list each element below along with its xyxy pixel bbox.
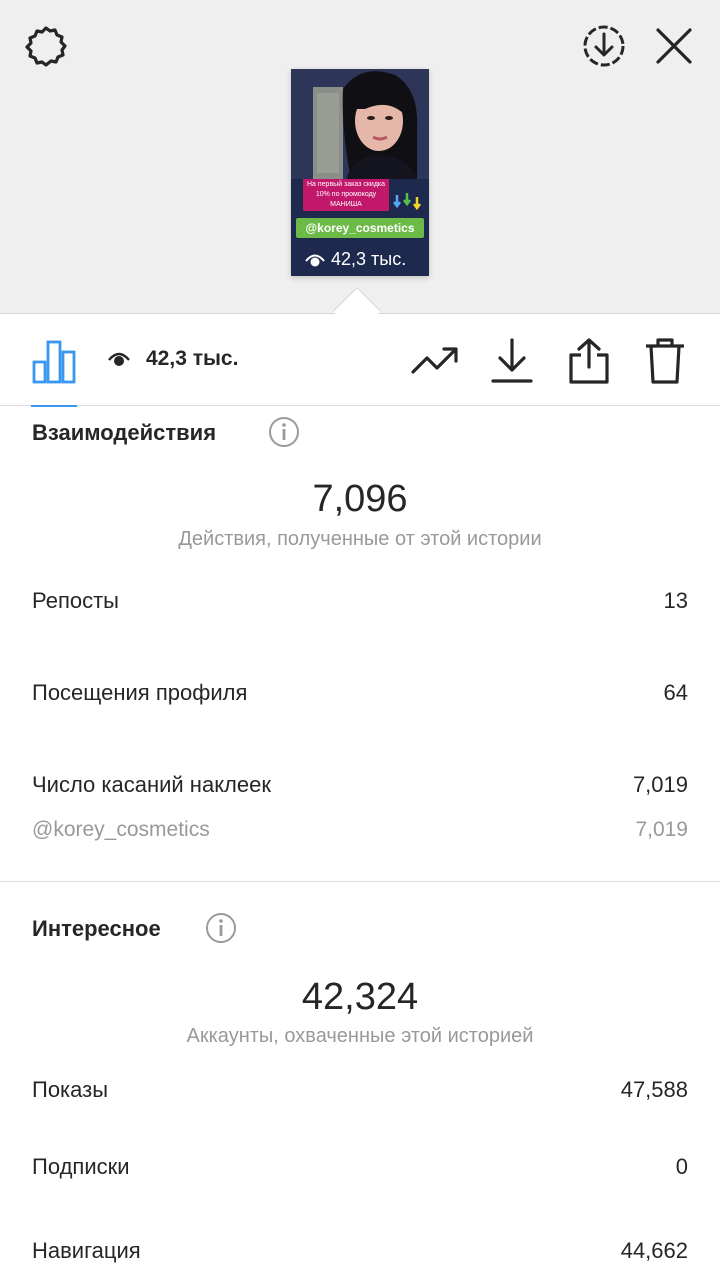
discovery-row-impressions: Показы 47,588 [32, 1077, 688, 1103]
active-tab-indicator [31, 405, 77, 407]
interactions-row-shares: Репосты 13 [32, 588, 688, 614]
info-icon [269, 417, 299, 447]
row-value: 64 [663, 680, 688, 705]
discovery-caption: Аккаунты, охваченные этой историей [186, 1025, 534, 1047]
arrows-sticker [393, 193, 421, 211]
info-icon [206, 913, 236, 943]
thumbnail-views: 42,3 тыс. [305, 249, 406, 270]
eye-icon [305, 254, 325, 266]
thumbnail-views-count: 42,3 тыс. [331, 249, 407, 269]
gear-icon [25, 26, 67, 67]
promo-sticker: На первый заказ скидка 10% по промокоду … [303, 179, 389, 211]
row-label: @korey_cosmetics [32, 818, 210, 841]
insights-tab[interactable] [29, 336, 79, 386]
row-value: 44,662 [620, 1238, 688, 1263]
row-label: Число касаний наклеек [32, 772, 271, 797]
row-label: Репосты [32, 588, 119, 613]
interactions-row-sticker-taps: Число касаний наклеек 7,019 [32, 772, 688, 798]
row-value: 7,019 [635, 818, 688, 841]
interactions-total: 7,096 [312, 478, 408, 520]
settings-button[interactable] [20, 22, 72, 74]
trend-icon [411, 347, 458, 374]
row-value: 0 [675, 1154, 688, 1179]
views-summary: 42,3 тыс. [108, 347, 238, 371]
download-circle-icon [583, 25, 625, 67]
save-story-button[interactable] [578, 20, 630, 72]
interactions-title: Взаимодействия [32, 420, 217, 445]
section-divider [0, 881, 720, 882]
close-button[interactable] [648, 20, 700, 72]
discovery-row-navigation: Навигация 44,662 [32, 1238, 688, 1264]
discovery-total: 42,324 [301, 976, 419, 1018]
eye-icon [108, 352, 130, 366]
row-label: Посещения профиля [32, 680, 248, 705]
story-photo [291, 69, 429, 276]
close-icon [656, 28, 692, 64]
bar-chart-icon [32, 340, 76, 384]
sticker-taps-breakdown: @korey_cosmetics 7,019 [32, 818, 688, 842]
row-value: 13 [663, 588, 688, 613]
discovery-info-button[interactable] [205, 912, 237, 944]
discovery-row-follows: Подписки 0 [32, 1154, 688, 1180]
interactions-caption: Действия, полученные от этой истории [178, 528, 542, 550]
download-icon [491, 338, 533, 383]
story-thumbnail[interactable]: На первый заказ скидка 10% по промокоду … [291, 69, 429, 276]
row-value: 7,019 [632, 772, 688, 797]
promote-button[interactable] [410, 336, 460, 386]
row-value: 47,588 [620, 1077, 688, 1102]
share-button[interactable] [564, 336, 614, 386]
delete-button[interactable] [640, 336, 690, 386]
row-label: Навигация [32, 1238, 141, 1263]
row-label: Показы [32, 1077, 109, 1102]
trash-icon [646, 338, 684, 384]
interactions-info-button[interactable] [268, 416, 300, 448]
mention-sticker: @korey_cosmetics [296, 218, 424, 238]
interactions-row-profile-visits: Посещения профиля 64 [32, 680, 688, 706]
share-icon [569, 338, 609, 384]
views-count: 42,3 тыс. [146, 347, 239, 370]
row-label: Подписки [32, 1154, 130, 1179]
download-button[interactable] [487, 336, 537, 386]
discovery-title: Интересное [32, 916, 161, 941]
